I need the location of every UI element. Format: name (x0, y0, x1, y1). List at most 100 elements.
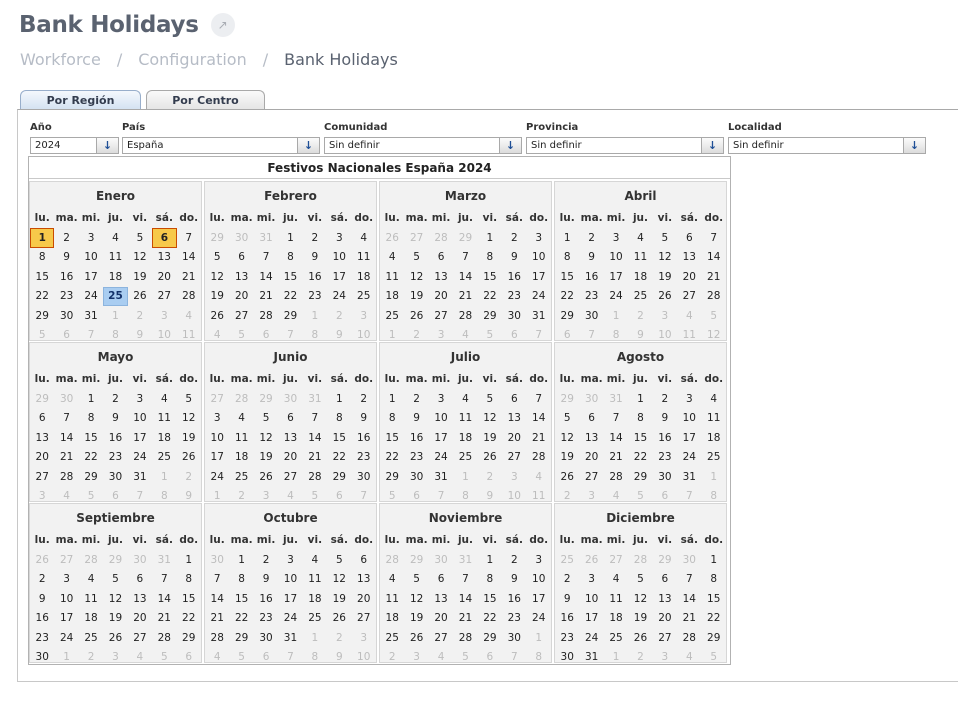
day-cell[interactable]: 31 (79, 306, 103, 326)
day-cell[interactable]: 3 (352, 628, 376, 648)
day-cell[interactable]: 4 (628, 228, 652, 248)
day-cell[interactable]: 30 (205, 550, 229, 570)
day-cell[interactable]: 21 (453, 609, 477, 629)
day-cell[interactable]: 30 (54, 306, 78, 326)
day-cell[interactable]: 24 (205, 467, 229, 487)
day-cell[interactable]: 21 (54, 448, 78, 468)
year-select[interactable]: 2024 ↓ (30, 137, 119, 154)
day-cell[interactable]: 27 (205, 389, 229, 409)
day-cell[interactable]: 4 (429, 648, 453, 668)
day-cell[interactable]: 31 (278, 628, 302, 648)
day-cell[interactable]: 6 (177, 648, 201, 668)
holiday-day-cell[interactable]: 6 (152, 228, 177, 248)
day-cell[interactable]: 8 (30, 248, 54, 268)
day-cell[interactable]: 8 (478, 570, 502, 590)
day-cell[interactable]: 27 (502, 448, 526, 468)
day-cell[interactable]: 2 (404, 389, 428, 409)
day-cell[interactable]: 4 (677, 648, 701, 668)
locality-select[interactable]: Sin definir ↓ (728, 137, 926, 154)
day-cell[interactable]: 12 (103, 589, 127, 609)
day-cell[interactable]: 19 (404, 609, 428, 629)
day-cell[interactable]: 18 (628, 267, 652, 287)
day-cell[interactable]: 10 (604, 248, 628, 268)
day-cell[interactable]: 8 (478, 248, 502, 268)
day-cell[interactable]: 2 (380, 648, 404, 668)
day-cell[interactable]: 5 (628, 570, 652, 590)
day-cell[interactable]: 23 (254, 609, 278, 629)
day-cell[interactable]: 26 (205, 306, 229, 326)
holiday-day-cell[interactable]: 1 (30, 228, 55, 248)
day-cell[interactable]: 17 (429, 428, 453, 448)
day-cell[interactable]: 4 (352, 228, 376, 248)
day-cell[interactable]: 23 (303, 287, 327, 307)
day-cell[interactable]: 6 (128, 570, 152, 590)
day-cell[interactable]: 11 (628, 248, 652, 268)
day-cell[interactable]: 4 (79, 570, 103, 590)
day-cell[interactable]: 23 (555, 628, 579, 648)
day-cell[interactable]: 23 (653, 448, 677, 468)
day-cell[interactable]: 27 (429, 306, 453, 326)
day-cell[interactable]: 5 (205, 248, 229, 268)
day-cell[interactable]: 2 (303, 228, 327, 248)
day-cell[interactable]: 25 (352, 287, 376, 307)
day-cell[interactable]: 7 (702, 228, 726, 248)
day-cell[interactable]: 2 (327, 306, 351, 326)
day-cell[interactable]: 27 (604, 550, 628, 570)
day-cell[interactable]: 20 (152, 267, 176, 287)
day-cell[interactable]: 4 (702, 389, 726, 409)
day-cell[interactable]: 21 (152, 609, 176, 629)
day-cell[interactable]: 29 (702, 628, 726, 648)
day-cell[interactable]: 26 (404, 306, 428, 326)
day-cell[interactable]: 20 (128, 609, 152, 629)
day-cell[interactable]: 13 (278, 428, 302, 448)
day-cell[interactable]: 31 (579, 648, 603, 668)
day-cell[interactable]: 5 (103, 570, 127, 590)
day-cell[interactable]: 26 (628, 628, 652, 648)
day-cell[interactable]: 9 (103, 409, 127, 429)
day-cell[interactable]: 23 (404, 448, 428, 468)
day-cell[interactable]: 15 (278, 267, 302, 287)
day-cell[interactable]: 13 (352, 570, 376, 590)
breadcrumb-workforce[interactable]: Workforce (20, 50, 101, 69)
day-cell[interactable]: 12 (327, 570, 351, 590)
day-cell[interactable]: 25 (604, 628, 628, 648)
day-cell[interactable]: 2 (502, 550, 526, 570)
day-cell[interactable]: 25 (555, 550, 579, 570)
day-cell[interactable]: 24 (327, 287, 351, 307)
day-cell[interactable]: 16 (502, 589, 526, 609)
day-cell[interactable]: 7 (453, 570, 477, 590)
day-cell[interactable]: 30 (502, 306, 526, 326)
day-cell[interactable]: 30 (579, 306, 603, 326)
day-cell[interactable]: 25 (303, 609, 327, 629)
day-cell[interactable]: 13 (229, 267, 253, 287)
day-cell[interactable]: 30 (30, 648, 54, 668)
day-cell[interactable]: 5 (177, 389, 201, 409)
day-cell[interactable]: 21 (177, 267, 201, 287)
day-cell[interactable]: 4 (527, 467, 551, 487)
day-cell[interactable]: 7 (527, 389, 551, 409)
day-cell[interactable]: 1 (327, 389, 351, 409)
day-cell[interactable]: 9 (653, 409, 677, 429)
day-cell[interactable]: 4 (229, 409, 253, 429)
day-cell[interactable]: 14 (702, 248, 726, 268)
day-cell[interactable]: 30 (429, 550, 453, 570)
day-cell[interactable]: 29 (79, 467, 103, 487)
day-cell[interactable]: 19 (254, 448, 278, 468)
day-cell[interactable]: 24 (128, 448, 152, 468)
day-cell[interactable]: 16 (303, 267, 327, 287)
day-cell[interactable]: 12 (205, 267, 229, 287)
day-cell[interactable]: 31 (152, 550, 176, 570)
day-cell[interactable]: 5 (327, 550, 351, 570)
day-cell[interactable]: 3 (152, 306, 176, 326)
day-cell[interactable]: 27 (653, 628, 677, 648)
day-cell[interactable]: 21 (702, 267, 726, 287)
day-cell[interactable]: 4 (177, 306, 201, 326)
day-cell[interactable]: 10 (54, 589, 78, 609)
day-cell[interactable]: 4 (152, 389, 176, 409)
day-cell[interactable]: 8 (380, 409, 404, 429)
day-cell[interactable]: 6 (502, 389, 526, 409)
day-cell[interactable]: 1 (478, 228, 502, 248)
day-cell[interactable]: 3 (128, 389, 152, 409)
day-cell[interactable]: 2 (254, 550, 278, 570)
day-cell[interactable]: 19 (628, 609, 652, 629)
